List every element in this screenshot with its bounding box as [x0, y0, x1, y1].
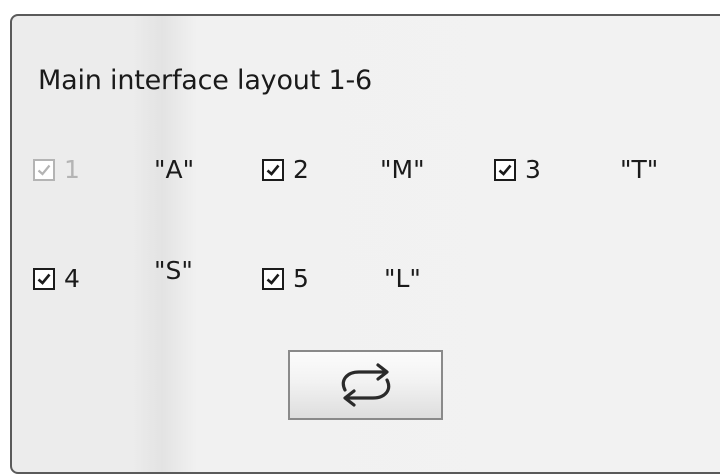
option-3-code: "T" — [620, 155, 659, 184]
option-1-code: "A" — [154, 155, 195, 184]
checkbox-5[interactable] — [262, 268, 284, 290]
option-2-code: "M" — [380, 155, 425, 184]
check-icon — [266, 273, 280, 285]
option-5-code: "L" — [384, 264, 421, 293]
checkbox-2[interactable] — [262, 159, 284, 181]
checkbox-4[interactable] — [33, 268, 55, 290]
option-4-code: "S" — [154, 256, 193, 285]
swap-button[interactable] — [288, 350, 443, 420]
swap-arrows-icon — [341, 363, 390, 407]
checkbox-1 — [33, 159, 55, 181]
option-4-checkbox[interactable]: 4 — [33, 262, 80, 296]
option-3-number: 3 — [525, 155, 541, 184]
option-2-number: 2 — [293, 155, 309, 184]
option-5-number: 5 — [293, 264, 309, 293]
check-icon — [37, 273, 51, 285]
option-1-checkbox: 1 — [33, 153, 80, 187]
option-4-number: 4 — [64, 264, 80, 293]
option-2-checkbox[interactable]: 2 — [262, 153, 309, 187]
check-icon — [266, 164, 280, 176]
check-icon — [498, 164, 512, 176]
option-3-checkbox[interactable]: 3 — [494, 153, 541, 187]
checkbox-3[interactable] — [494, 159, 516, 181]
panel-title: Main interface layout 1-6 — [38, 65, 372, 96]
option-1-number: 1 — [64, 155, 80, 184]
option-5-checkbox[interactable]: 5 — [262, 262, 309, 296]
check-icon — [37, 164, 51, 176]
